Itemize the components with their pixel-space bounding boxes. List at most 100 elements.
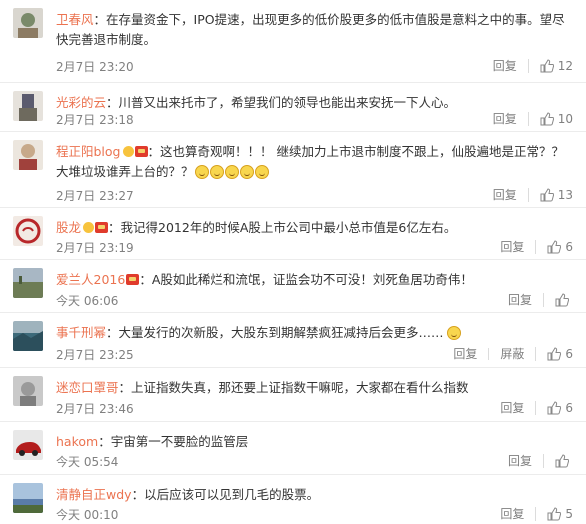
comment-meta: 2月7日 23:19 回复 6 (56, 239, 586, 255)
comment-item: hakom：宇宙第一不要脸的监管层 今天 05:54 回复 (0, 422, 586, 475)
thumbs-up-icon (540, 188, 554, 202)
username-link[interactable]: 迷恋口罩哥 (56, 380, 119, 395)
reply-button[interactable]: 回复 (482, 189, 528, 201)
reply-button[interactable]: 回复 (489, 402, 535, 414)
comment-meta: 2月7日 23:27 回复 13 (56, 187, 586, 203)
comment-time: 2月7日 23:20 (56, 60, 134, 74)
comment-text: hakom：宇宙第一不要脸的监管层 (56, 432, 572, 452)
comment-text: 光彩的云：川普又出来托市了，希望我们的领导也能出来安抚一下人心。 (56, 93, 572, 113)
reply-button[interactable]: 回复 (489, 241, 535, 253)
thumbs-up-icon (540, 59, 554, 73)
comment-text: 卫春风：在存量资金下，IPO提速，出现更多的低价股更多的低市值股是意料之中的事。… (56, 10, 572, 50)
comment-body: ：上证指数失真，那还要上证指数干嘛呢，大家都在看什么指数 (118, 380, 469, 395)
comment-body: ：我记得2012年的时候A股上市公司中最小总市值是6亿左右。 (108, 220, 457, 235)
comment-time: 2月7日 23:46 (56, 402, 134, 416)
comment-body: ：宇宙第一不要脸的监管层 (98, 434, 249, 449)
laugh-emoji-icon (194, 165, 209, 179)
reply-button[interactable]: 回复 (482, 60, 528, 72)
thumbs-up-icon (547, 347, 562, 361)
sweat-emoji-icon (446, 326, 461, 340)
like-button[interactable]: 6 (535, 347, 586, 361)
comment-body: ：川普又出来托市了，希望我们的领导也能出来安抚一下人心。 (106, 95, 457, 110)
thumbs-up-icon (555, 454, 569, 468)
comment-meta: 2月7日 23:46 回复 6 (56, 400, 586, 416)
avatar[interactable] (13, 140, 43, 170)
avatar[interactable] (13, 91, 43, 121)
avatar[interactable] (13, 483, 43, 513)
avatar[interactable] (13, 321, 43, 351)
avatar[interactable] (13, 430, 43, 460)
like-count: 5 (565, 507, 573, 521)
comment-meta: 今天 00:10 回复 5 (56, 506, 586, 522)
username-link[interactable]: 股龙 (56, 220, 81, 235)
like-button[interactable]: 6 (535, 401, 586, 415)
comment-item: 卫春风：在存量资金下，IPO提速，出现更多的低价股更多的低市值股是意料之中的事。… (0, 0, 586, 83)
like-button[interactable] (543, 293, 586, 307)
comment-item: 股龙 ：我记得2012年的时候A股上市公司中最小总市值是6亿左右。 2月7日 23… (0, 208, 586, 260)
comment-time: 2月7日 23:19 (56, 241, 134, 255)
comment-time: 今天 00:10 (56, 508, 119, 522)
username-link[interactable]: hakom (56, 434, 98, 449)
like-button[interactable]: 5 (535, 507, 586, 521)
reply-button[interactable]: 回复 (497, 455, 543, 467)
member-badge-icon (126, 274, 140, 285)
username-link[interactable]: 爱兰人2016 (56, 272, 125, 287)
comment-body: ：A股如此稀烂和流氓，证监会功不可没！刘死鱼居功奇伟！ (139, 272, 473, 287)
comment-meta: 2月7日 23:25 回复 屏蔽 6 (56, 346, 586, 362)
member-badge-icon (95, 222, 109, 233)
comment-meta: 今天 06:06 回复 (56, 292, 586, 308)
avatar[interactable] (13, 268, 43, 298)
username-link[interactable]: 卫春风 (56, 12, 94, 27)
block-button[interactable]: 屏蔽 (488, 348, 535, 360)
like-button[interactable]: 10 (527, 112, 586, 126)
comment-time: 2月7日 23:27 (56, 189, 134, 203)
username-link[interactable]: 事千刑幂 (56, 325, 106, 340)
verified-v-icon (83, 222, 95, 233)
comment-text: 股龙 ：我记得2012年的时候A股上市公司中最小总市值是6亿左右。 (56, 218, 572, 238)
like-button[interactable]: 6 (535, 240, 586, 254)
comment-text: 清静自正wdy：以后应该可以见到几毛的股票。 (56, 485, 572, 505)
thumbs-up-icon (555, 293, 569, 307)
comment-text: 迷恋口罩哥：上证指数失真，那还要上证指数干嘛呢，大家都在看什么指数 (56, 378, 572, 398)
comment-body: ：在存量资金下，IPO提速，出现更多的低价股更多的低市值股是意料之中的事。望尽快… (56, 12, 565, 47)
laugh-emoji-icon (254, 165, 269, 179)
comment-time: 今天 05:54 (56, 455, 119, 469)
comment-text: 事千刑幂：大量发行的次新股，大股东到期解禁疯狂减持后会更多…… (56, 323, 572, 343)
like-button[interactable] (543, 454, 586, 468)
username-link[interactable]: 清静自正wdy (56, 487, 132, 502)
thumbs-up-icon (547, 240, 562, 254)
comment-item: 光彩的云：川普又出来托市了，希望我们的领导也能出来安抚一下人心。 2月7日 23… (0, 83, 586, 132)
like-count: 10 (557, 112, 573, 126)
reply-button[interactable]: 回复 (489, 508, 535, 520)
like-count: 6 (565, 401, 573, 415)
avatar[interactable] (13, 216, 43, 246)
username-link[interactable]: 程正阳blog (56, 144, 121, 159)
emoji-group (194, 164, 269, 179)
laugh-emoji-icon (224, 165, 239, 179)
comment-meta: 2月7日 23:20 回复 12 (56, 58, 586, 74)
laugh-emoji-icon (239, 165, 254, 179)
thumbs-up-icon (540, 112, 554, 126)
like-count: 12 (557, 59, 573, 73)
comment-body: ：大量发行的次新股，大股东到期解禁疯狂减持后会更多…… (106, 325, 444, 340)
username-link[interactable]: 光彩的云 (56, 95, 106, 110)
like-button[interactable]: 12 (527, 59, 586, 73)
like-button[interactable]: 13 (527, 188, 586, 202)
avatar[interactable] (13, 8, 43, 38)
like-count: 6 (565, 240, 573, 254)
avatar[interactable] (13, 376, 43, 406)
reply-button[interactable]: 回复 (482, 113, 528, 125)
comment-time: 2月7日 23:25 (56, 348, 134, 362)
comment-meta: 2月7日 23:18 回复 10 (56, 111, 586, 127)
comment-time: 2月7日 23:18 (56, 113, 134, 127)
comment-item: 清静自正wdy：以后应该可以见到几毛的股票。 今天 00:10 回复 5 (0, 475, 586, 524)
comment-item: 事千刑幂：大量发行的次新股，大股东到期解禁疯狂减持后会更多…… 2月7日 23:… (0, 313, 586, 368)
thumbs-up-icon (547, 507, 562, 521)
reply-button[interactable]: 回复 (442, 348, 488, 360)
verified-v-icon (122, 146, 134, 157)
like-count: 13 (557, 188, 573, 202)
comment-item: 迷恋口罩哥：上证指数失真，那还要上证指数干嘛呢，大家都在看什么指数 2月7日 2… (0, 368, 586, 422)
member-badge-icon (134, 146, 148, 157)
reply-button[interactable]: 回复 (497, 294, 543, 306)
comment-item: 程正阳blog ：这也算奇观啊！！！ 继续加力上市退市制度不跟上，仙股遍地是正常？… (0, 132, 586, 208)
